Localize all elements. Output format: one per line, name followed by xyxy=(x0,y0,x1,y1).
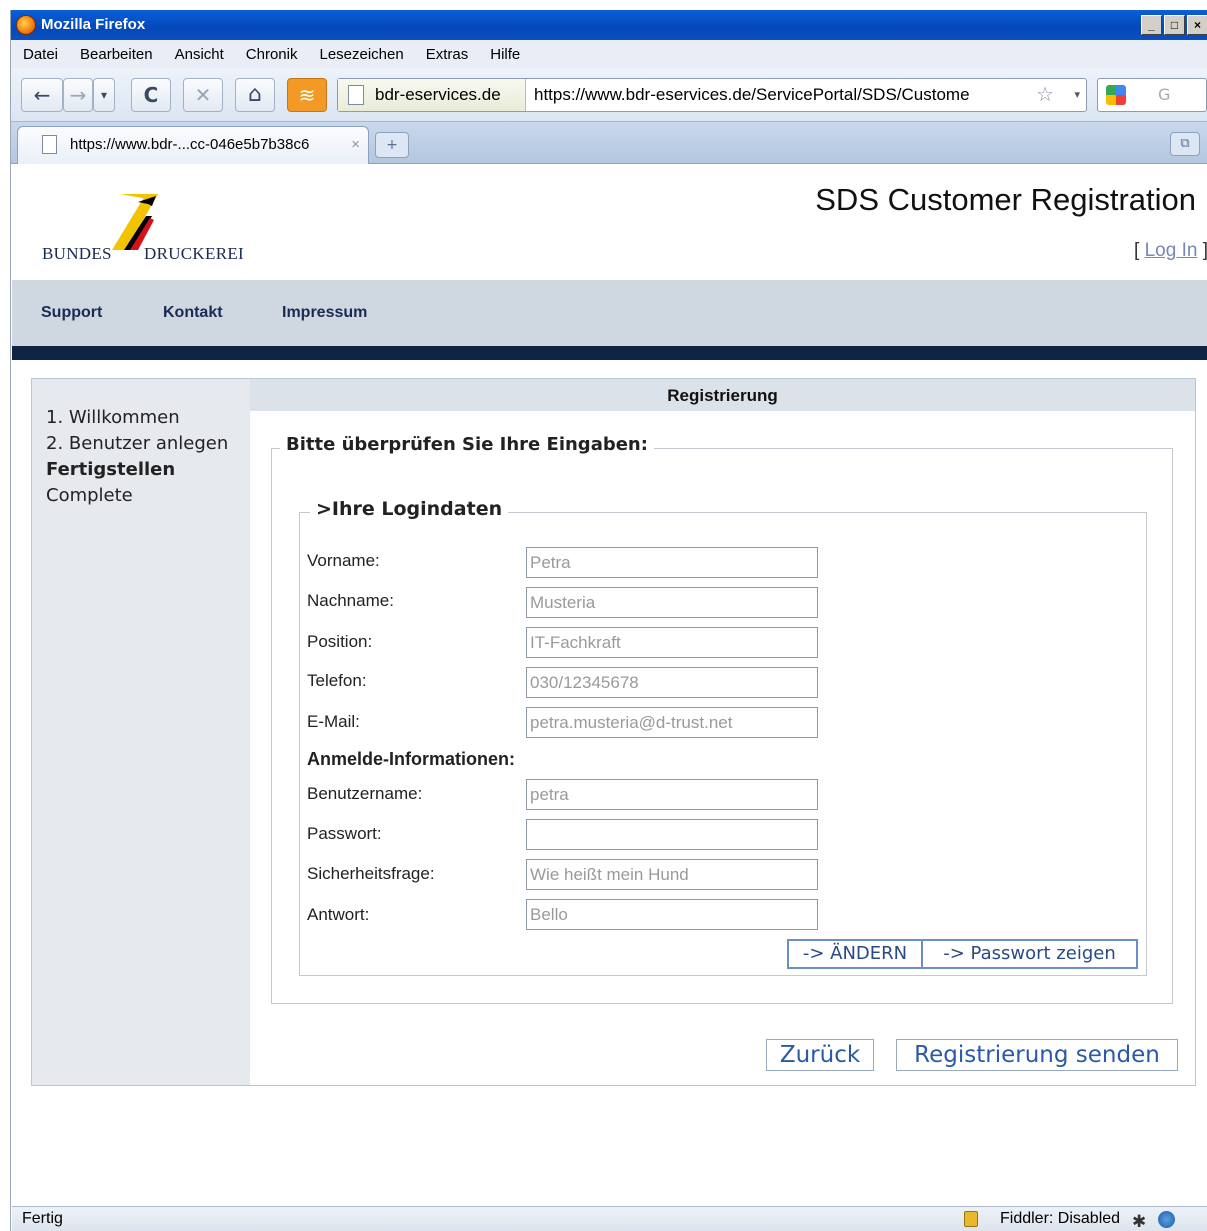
status-bar: Fertig Fiddler: Disabled ✱ xyxy=(12,1206,1207,1231)
tab-active[interactable]: https://www.bdr-...cc-046e5b7b38c6 × xyxy=(17,126,369,164)
title-bar: Mozilla Firefox _ □ × xyxy=(11,10,1207,40)
google-search-icon[interactable] xyxy=(1106,85,1126,105)
login-link-wrapper: [ Log In ] xyxy=(1134,240,1207,262)
label-benutzername: Benutzername: xyxy=(307,784,423,803)
input-position[interactable]: IT-Fachkraft xyxy=(526,627,818,658)
browser-window: Mozilla Firefox _ □ × Datei Bearbeiten A… xyxy=(10,10,1207,1231)
submit-registration-button[interactable]: Registrierung senden xyxy=(896,1039,1178,1071)
ie-tab-icon[interactable] xyxy=(1158,1211,1175,1228)
step-complete: Complete xyxy=(46,485,133,506)
panel-heading: Registrierung xyxy=(250,379,1195,411)
site-domain: bdr-eservices.de xyxy=(375,85,501,104)
stop-icon[interactable]: ✕ xyxy=(183,78,223,112)
page-content: BUNDES DRUCKEREI SDS Customer Registrati… xyxy=(12,164,1207,1206)
section-anmelde-informationen: Anmelde-Informationen: xyxy=(307,749,516,769)
history-dropdown-icon[interactable]: ▾ xyxy=(93,78,115,112)
review-fieldset: Bitte überprüfen Sie Ihre Eingaben: >Ihr… xyxy=(271,434,1173,1004)
tab-close-icon[interactable]: × xyxy=(351,127,360,163)
login-bracket-close: ] xyxy=(1197,240,1207,261)
input-vorname[interactable]: Petra xyxy=(526,547,818,578)
reload-icon[interactable]: C xyxy=(131,78,171,112)
rss-feed-icon[interactable]: ≋ xyxy=(287,78,327,112)
nav-kontakt[interactable]: Kontakt xyxy=(163,304,223,322)
menu-hilfe[interactable]: Hilfe xyxy=(490,46,520,63)
close-window-button[interactable]: × xyxy=(1187,15,1207,35)
step-willkommen: 1. Willkommen xyxy=(46,407,180,428)
window-title: Mozilla Firefox xyxy=(41,16,146,33)
input-antwort[interactable]: Bello xyxy=(526,899,818,930)
firefox-icon xyxy=(16,15,36,35)
login-bracket-open: [ xyxy=(1134,240,1145,261)
top-navigation: Support Kontakt Impressum xyxy=(12,280,1207,346)
new-tab-icon[interactable]: + xyxy=(375,132,409,158)
forward-arrow-icon[interactable]: → xyxy=(63,78,93,112)
logo-text-bundes: BUNDES xyxy=(42,244,112,263)
nav-support[interactable]: Support xyxy=(41,304,102,322)
tab-bar: https://www.bdr-...cc-046e5b7b38c6 × + ⧉ xyxy=(11,122,1207,164)
fiddler-status[interactable]: Fiddler: Disabled xyxy=(1000,1207,1120,1231)
input-passwort[interactable] xyxy=(526,819,818,850)
label-sicherheitsfrage: Sicherheitsfrage: xyxy=(307,864,435,883)
status-text: Fertig xyxy=(22,1210,63,1227)
menu-bearbeiten[interactable]: Bearbeiten xyxy=(80,46,153,63)
step-fertigstellen: Fertigstellen xyxy=(46,459,176,480)
label-passwort: Passwort: xyxy=(307,824,382,843)
menu-bar: Datei Bearbeiten Ansicht Chronik Lesezei… xyxy=(11,40,1207,68)
nav-impressum[interactable]: Impressum xyxy=(282,304,367,322)
navigation-toolbar: ← → ▾ C ✕ ⌂ ≋ bdr-eservices.de https://w… xyxy=(11,68,1207,122)
input-nachname[interactable]: Musteria xyxy=(526,587,818,618)
label-email: E-Mail: xyxy=(307,712,360,731)
input-telefon[interactable]: 030/12345678 xyxy=(526,667,818,698)
site-identity-button[interactable]: bdr-eservices.de xyxy=(338,79,526,111)
url-dropdown-icon[interactable]: ▾ xyxy=(1074,79,1080,111)
menu-ansicht[interactable]: Ansicht xyxy=(175,46,224,63)
list-all-tabs-icon[interactable]: ⧉ xyxy=(1170,132,1200,156)
addon-gear-icon[interactable]: ✱ xyxy=(1132,1210,1146,1231)
login-data-fieldset: >Ihre Logindaten Vorname: Petra Nachname… xyxy=(299,498,1147,976)
page-icon xyxy=(42,135,57,154)
label-antwort: Antwort: xyxy=(307,905,370,924)
registration-frame: 1. Willkommen 2. Benutzer anlegen Fertig… xyxy=(31,378,1196,1086)
logo-text-druckerei: DRUCKEREI xyxy=(144,244,244,263)
bookmark-star-icon[interactable]: ☆ xyxy=(1036,79,1054,111)
search-box[interactable]: G xyxy=(1097,78,1207,112)
step-sidebar: 1. Willkommen 2. Benutzer anlegen Fertig… xyxy=(32,379,250,1085)
input-benutzername[interactable]: petra xyxy=(526,779,818,810)
label-vorname: Vorname: xyxy=(307,551,380,570)
show-password-button[interactable]: -> Passwort zeigen xyxy=(921,939,1138,969)
tab-label: https://www.bdr-...cc-046e5b7b38c6 xyxy=(70,136,310,153)
label-position: Position: xyxy=(307,632,373,651)
back-arrow-icon[interactable]: ← xyxy=(21,78,63,112)
address-bar[interactable]: bdr-eservices.de https://www.bdr-eservic… xyxy=(337,78,1087,112)
url-text: https://www.bdr-eservices.de/ServicePort… xyxy=(534,85,970,104)
login-link[interactable]: Log In xyxy=(1145,240,1198,261)
search-input[interactable]: G xyxy=(1158,85,1170,104)
page-title: SDS Customer Registration xyxy=(815,182,1196,217)
maximize-button[interactable]: □ xyxy=(1164,15,1185,35)
label-telefon: Telefon: xyxy=(307,671,367,690)
menu-datei[interactable]: Datei xyxy=(23,46,58,63)
review-legend: Bitte überprüfen Sie Ihre Eingaben: xyxy=(280,434,654,455)
menu-extras[interactable]: Extras xyxy=(426,46,469,63)
back-button[interactable]: Zurück xyxy=(766,1039,874,1071)
page-icon xyxy=(348,85,364,105)
change-button[interactable]: -> ÄNDERN xyxy=(787,939,923,969)
label-nachname: Nachname: xyxy=(307,591,394,610)
menu-chronik[interactable]: Chronik xyxy=(246,46,298,63)
login-data-legend: >Ihre Logindaten xyxy=(310,498,509,520)
minimize-button[interactable]: _ xyxy=(1141,15,1162,35)
home-icon[interactable]: ⌂ xyxy=(235,78,275,112)
bundesdruckerei-logo: BUNDES DRUCKEREI xyxy=(42,194,282,264)
registration-panel: Registrierung Bitte überprüfen Sie Ihre … xyxy=(250,379,1195,1085)
step-benutzer-anlegen: 2. Benutzer anlegen xyxy=(46,433,229,454)
lock-icon[interactable] xyxy=(964,1211,978,1227)
menu-lesezeichen[interactable]: Lesezeichen xyxy=(319,46,403,63)
input-sicherheitsfrage[interactable]: Wie heißt mein Hund xyxy=(526,859,818,890)
input-email[interactable]: petra.musteria@d-trust.net xyxy=(526,707,818,738)
header-divider xyxy=(12,346,1207,360)
